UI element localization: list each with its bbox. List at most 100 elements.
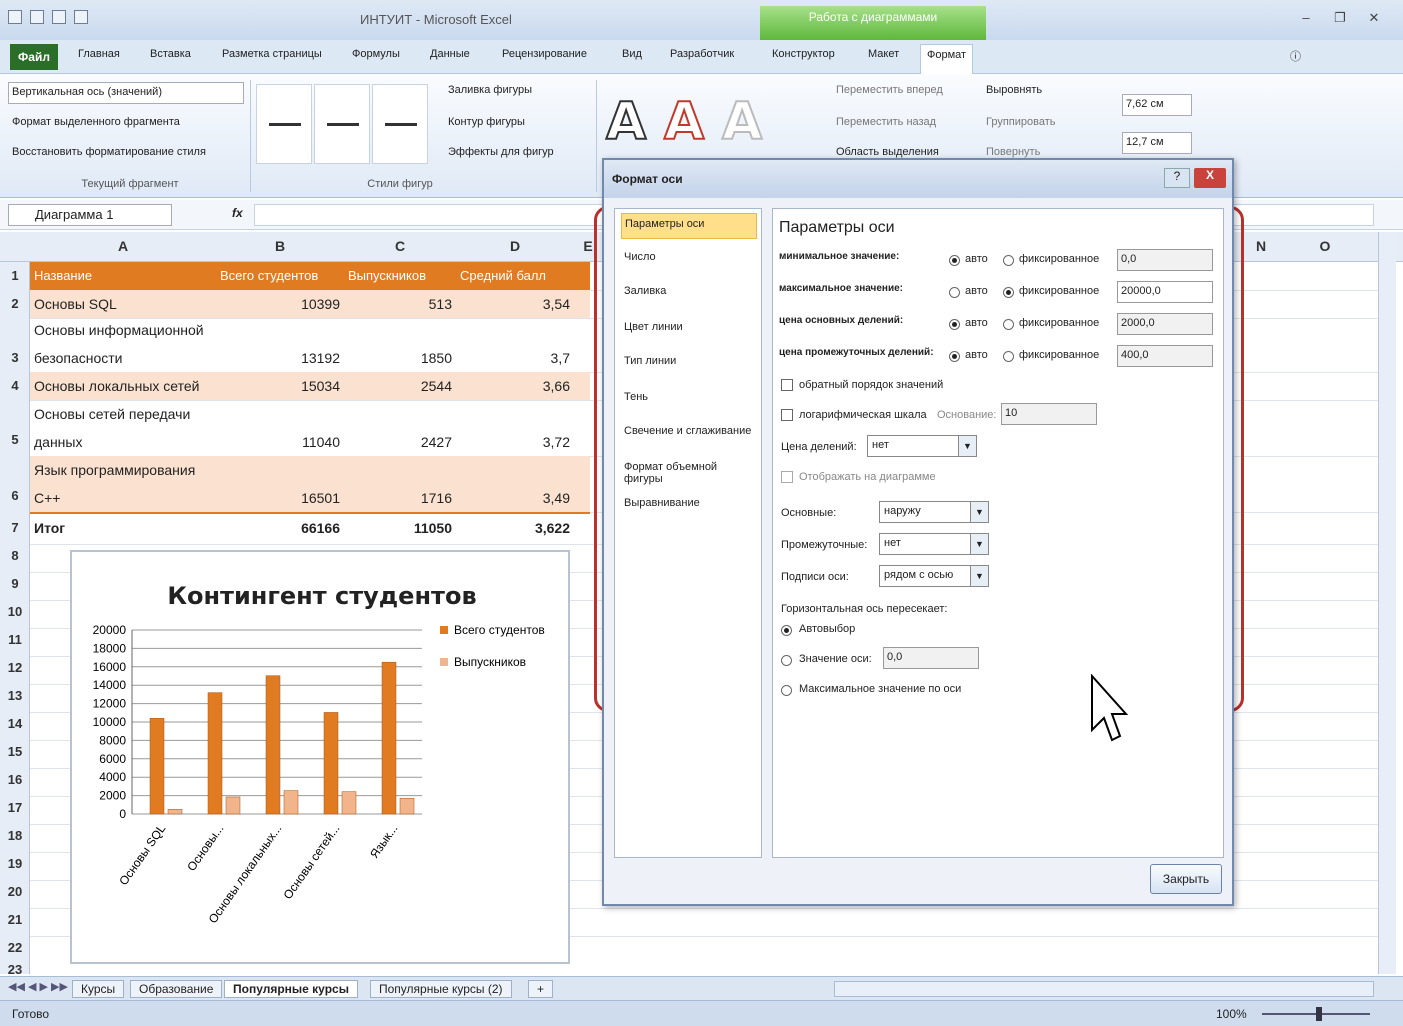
chart-plot[interactable]: 2000018000160001400012000100008000600040…: [72, 552, 568, 962]
zoom-slider-thumb[interactable]: [1316, 1007, 1322, 1021]
header-cell[interactable]: Средний балл: [460, 268, 546, 283]
table-cell[interactable]: безопасности: [34, 350, 123, 366]
nav-axis-options[interactable]: Параметры оси: [621, 213, 757, 239]
table-cell[interactable]: Основы локальных сетей: [34, 378, 199, 394]
insert-sheet-icon[interactable]: +: [528, 980, 554, 998]
total-cell[interactable]: 3,622: [456, 520, 570, 536]
tab-format[interactable]: Формат: [920, 44, 974, 74]
min-fixed-radio[interactable]: [1003, 255, 1014, 266]
table-cell[interactable]: 2427: [344, 434, 452, 450]
width-input[interactable]: 12,7 см: [1122, 132, 1192, 154]
table-cell[interactable]: Основы сетей передачи: [34, 406, 190, 422]
shape-style-1[interactable]: [256, 84, 312, 164]
nav-3d-format[interactable]: Формат объемной фигуры: [621, 457, 757, 485]
display-units-select[interactable]: нет ▼: [867, 435, 977, 457]
minor-fixed-radio[interactable]: [1003, 351, 1014, 362]
nav-line-color[interactable]: Цвет линии: [621, 317, 757, 343]
fx-icon[interactable]: fx: [232, 206, 243, 220]
tab-data[interactable]: Данные: [430, 48, 470, 60]
nav-glow[interactable]: Свечение и сглаживание: [621, 421, 757, 447]
shape-style-3[interactable]: [372, 84, 428, 164]
row-header[interactable]: 8: [0, 548, 30, 563]
wordart-style-3[interactable]: A: [721, 91, 763, 153]
col-header-c[interactable]: C: [344, 238, 456, 254]
reset-style-button[interactable]: Восстановить форматирование стиля: [12, 146, 206, 158]
log-scale-checkbox[interactable]: [781, 409, 793, 421]
nav-fill[interactable]: Заливка: [621, 281, 757, 307]
tab-home[interactable]: Главная: [78, 48, 120, 60]
row-header[interactable]: 15: [0, 744, 30, 759]
table-cell[interactable]: Язык программирования: [34, 462, 195, 478]
row-header[interactable]: 10: [0, 604, 30, 619]
row-header[interactable]: 1: [0, 268, 30, 283]
table-cell[interactable]: данных: [34, 434, 82, 450]
log-base-input[interactable]: 10: [1001, 403, 1097, 425]
max-fixed-radio[interactable]: [1003, 287, 1014, 298]
table-cell[interactable]: 3,66: [456, 378, 570, 394]
min-value-input[interactable]: 0,0: [1117, 249, 1213, 271]
rotate-button[interactable]: Повернуть: [986, 146, 1040, 158]
major-fixed-radio[interactable]: [1003, 319, 1014, 330]
shape-outline-button[interactable]: Контур фигуры: [448, 116, 525, 128]
table-cell[interactable]: 3,49: [456, 490, 570, 506]
total-cell[interactable]: 66166: [216, 520, 340, 536]
major-tick-select[interactable]: наружу ▼: [879, 501, 989, 523]
table-cell[interactable]: 10399: [216, 296, 340, 312]
help-icon[interactable]: ⓘ: [1290, 48, 1301, 64]
table-cell[interactable]: 3,54: [456, 296, 570, 312]
nav-shadow[interactable]: Тень: [621, 387, 757, 413]
save-icon[interactable]: [30, 10, 44, 24]
nav-number[interactable]: Число: [621, 247, 757, 273]
row-header[interactable]: 16: [0, 772, 30, 787]
tab-review[interactable]: Рецензирование: [502, 48, 587, 60]
restore-icon[interactable]: ❐: [1330, 10, 1350, 26]
row-header[interactable]: 11: [0, 632, 30, 647]
sheet-nav-icon[interactable]: ◀◀ ◀ ▶ ▶▶: [8, 980, 68, 993]
row-header[interactable]: 2: [0, 296, 30, 311]
row-header[interactable]: 4: [0, 378, 30, 393]
table-cell[interactable]: 11040: [216, 434, 340, 450]
table-cell[interactable]: 15034: [216, 378, 340, 394]
table-cell[interactable]: 2544: [344, 378, 452, 394]
row-header[interactable]: 18: [0, 828, 30, 843]
tab-developer[interactable]: Разработчик: [670, 48, 734, 60]
sheet-tab[interactable]: Курсы: [72, 980, 125, 998]
send-backward-button[interactable]: Переместить назад: [836, 116, 936, 128]
crosses-value-input[interactable]: 0,0: [883, 647, 979, 669]
row-header[interactable]: 14: [0, 716, 30, 731]
row-header[interactable]: 19: [0, 856, 30, 871]
col-header-b[interactable]: B: [216, 238, 344, 254]
tab-view[interactable]: Вид: [622, 48, 642, 60]
row-header[interactable]: 20: [0, 884, 30, 899]
sheet-tab[interactable]: Популярные курсы (2): [370, 980, 512, 998]
row-header[interactable]: 22: [0, 940, 30, 955]
tab-layout[interactable]: Макет: [868, 48, 899, 60]
header-cell[interactable]: Всего студентов: [220, 268, 318, 283]
format-selection-button[interactable]: Формат выделенного фрагмента: [12, 116, 180, 128]
chart[interactable]: Контингент студентов 20000 18000 16000 1400…: [70, 550, 570, 964]
minor-tick-select[interactable]: нет ▼: [879, 533, 989, 555]
row-header[interactable]: 3: [0, 350, 30, 365]
row-header[interactable]: 23: [0, 962, 30, 977]
nav-line-style[interactable]: Тип линии: [621, 351, 757, 377]
redo-icon[interactable]: [74, 10, 88, 24]
shape-effects-button[interactable]: Эффекты для фигур: [448, 146, 554, 158]
row-header[interactable]: 17: [0, 800, 30, 815]
table-cell[interactable]: 1850: [344, 350, 452, 366]
major-auto-radio[interactable]: [949, 319, 960, 330]
crosses-auto-radio[interactable]: [781, 625, 792, 636]
crosses-max-radio[interactable]: [781, 685, 792, 696]
header-cell[interactable]: Выпускников: [348, 268, 426, 283]
wordart-style-1[interactable]: A: [605, 91, 647, 153]
total-cell[interactable]: 11050: [344, 520, 452, 536]
zoom-level[interactable]: 100%: [1216, 1007, 1247, 1021]
shape-fill-button[interactable]: Заливка фигуры: [448, 84, 532, 96]
row-header[interactable]: 13: [0, 688, 30, 703]
table-cell[interactable]: 16501: [216, 490, 340, 506]
max-value-input[interactable]: 20000,0: [1117, 281, 1213, 303]
tab-file[interactable]: Файл: [10, 44, 58, 70]
table-cell[interactable]: 1716: [344, 490, 452, 506]
sheet-tab[interactable]: Образование: [130, 980, 223, 998]
undo-icon[interactable]: [52, 10, 66, 24]
max-auto-radio[interactable]: [949, 287, 960, 298]
